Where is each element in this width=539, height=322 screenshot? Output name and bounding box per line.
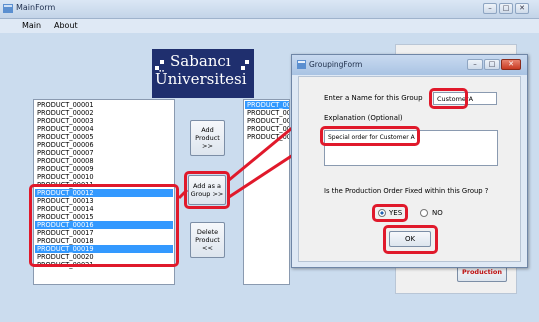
list-item[interactable]: PRODUCT_000	[247, 109, 289, 117]
window-title: MainForm	[16, 3, 56, 12]
minimize-button[interactable]: –	[483, 3, 497, 14]
dialog-app-icon	[297, 60, 306, 69]
close-button[interactable]: ✕	[515, 3, 529, 14]
list-item[interactable]: PRODUCT_00005	[37, 133, 94, 141]
logo-text-line1: Sabancı	[170, 52, 231, 70]
list-item[interactable]: PRODUCT_00007	[37, 149, 94, 157]
dialog-minimize-button[interactable]: –	[467, 59, 483, 70]
menu-main[interactable]: Main	[22, 21, 41, 30]
list-item-selected[interactable]: PRODUCT_000	[245, 101, 289, 109]
selection-highlight	[29, 184, 179, 267]
add-product-button[interactable]: Add Product >>	[190, 120, 225, 156]
menu-about[interactable]: About	[54, 21, 78, 30]
app-icon	[3, 4, 13, 13]
main-titlebar	[0, 0, 539, 19]
list-item[interactable]: PRODUCT_00003	[37, 117, 94, 125]
list-item[interactable]: PRODUCT_000	[247, 117, 289, 125]
no-radio[interactable]	[420, 209, 428, 217]
explanation-label: Explanation (Optional)	[324, 114, 403, 122]
list-item[interactable]: PRODUCT_000	[247, 125, 289, 133]
explanation-highlight	[320, 126, 420, 146]
no-radio-label: NO	[432, 209, 443, 217]
logo-dot	[160, 60, 164, 64]
university-logo: Sabancı Üniversitesi	[152, 49, 254, 98]
delete-product-button[interactable]: Delete Product <<	[190, 222, 225, 258]
list-item[interactable]: PRODUCT_00001	[37, 101, 94, 109]
list-item[interactable]: PRODUCT_000	[247, 133, 289, 141]
dialog-close-button[interactable]: ✕	[501, 59, 521, 70]
dialog-maximize-button[interactable]: □	[484, 59, 500, 70]
list-item[interactable]: PRODUCT_00004	[37, 125, 94, 133]
name-input-highlight	[429, 88, 468, 109]
button-highlight	[184, 171, 230, 209]
selected-products-listbox[interactable]: PRODUCT_000 PRODUCT_000 PRODUCT_000 PROD…	[243, 99, 290, 285]
dialog-client-area: Enter a Name for this Group CustomerA Ex…	[298, 76, 521, 262]
logo-dot	[245, 60, 249, 64]
list-item[interactable]: PRODUCT_00008	[37, 157, 94, 165]
maximize-button[interactable]: □	[499, 3, 513, 14]
group-name-label: Enter a Name for this Group	[324, 94, 423, 102]
list-item[interactable]: PRODUCT_00009	[37, 165, 94, 173]
menu-bar	[0, 19, 539, 33]
yes-highlight	[372, 204, 408, 222]
dialog-title: GroupingForm	[309, 60, 363, 69]
list-item[interactable]: PRODUCT_00010	[37, 173, 94, 181]
grouping-dialog: GroupingForm – □ ✕ Enter a Name for this…	[291, 54, 528, 268]
list-item[interactable]: PRODUCT_00006	[37, 141, 94, 149]
ok-highlight	[383, 225, 438, 254]
list-item[interactable]: PRODUCT_00002	[37, 109, 94, 117]
fixed-order-question: Is the Production Order Fixed within thi…	[324, 187, 489, 195]
logo-text-line2: Üniversitesi	[155, 70, 247, 88]
